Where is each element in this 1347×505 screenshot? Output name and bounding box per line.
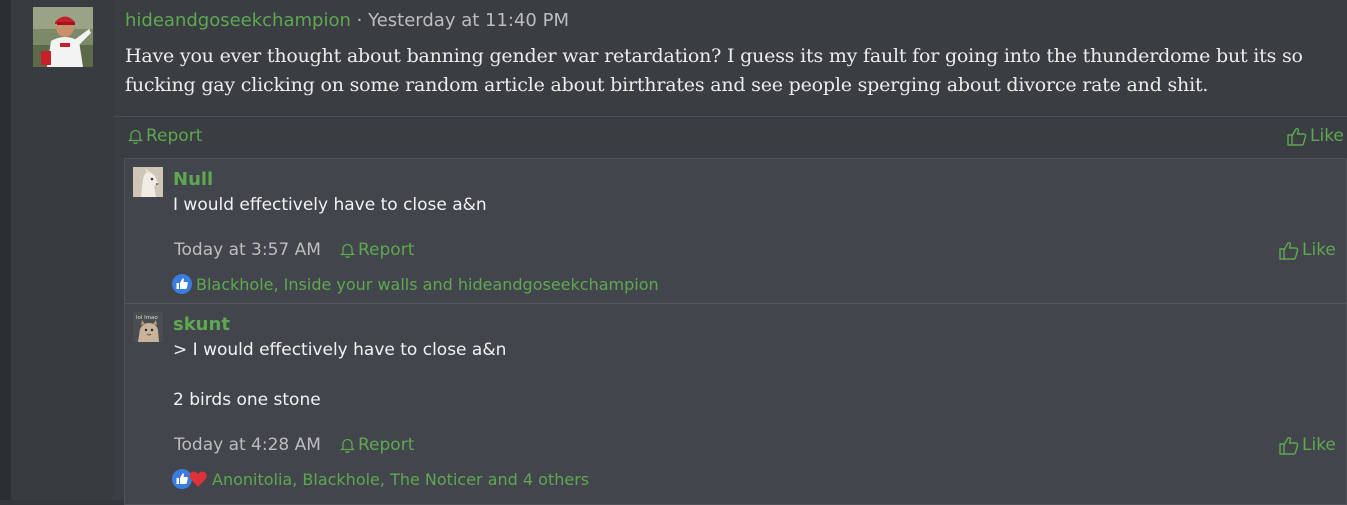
like-label: Like bbox=[1310, 126, 1344, 146]
like-button[interactable]: Like bbox=[1279, 239, 1336, 261]
post-timestamp[interactable]: Yesterday at 11:40 PM bbox=[368, 10, 569, 31]
post-divider bbox=[114, 116, 1347, 117]
thumbs-up-outline-icon bbox=[1279, 241, 1299, 260]
post-username[interactable]: hideandgoseekchampion bbox=[125, 10, 351, 31]
heart-icon bbox=[188, 469, 208, 489]
bell-icon bbox=[128, 128, 143, 144]
like-label: Like bbox=[1302, 240, 1336, 260]
like-button[interactable]: Like bbox=[1287, 125, 1344, 147]
left-gutter bbox=[0, 0, 11, 500]
reaction-users[interactable]: Anonitolia, Blackhole, The Noticer and 4… bbox=[212, 470, 589, 489]
reply-username[interactable]: Null bbox=[173, 169, 213, 191]
reaction-summary[interactable]: Blackhole, Inside your walls and hideand… bbox=[172, 274, 659, 294]
reply-list: Null I would effectively have to close a… bbox=[124, 158, 1347, 505]
reply-avatar[interactable] bbox=[133, 167, 163, 197]
avatar[interactable] bbox=[33, 7, 93, 67]
reply-timestamp[interactable]: Today at 4:28 AM bbox=[174, 434, 321, 456]
post-message: Have you ever thought about banning gend… bbox=[125, 45, 1303, 96]
bell-icon bbox=[340, 437, 355, 453]
like-button[interactable]: Like bbox=[1279, 434, 1336, 456]
report-label: Report bbox=[146, 126, 203, 146]
post-header: hideandgoseekchampion · Yesterday at 11:… bbox=[125, 9, 569, 33]
like-label: Like bbox=[1302, 435, 1336, 455]
report-button[interactable]: Report bbox=[340, 239, 414, 261]
reaction-summary[interactable]: Anonitolia, Blackhole, The Noticer and 4… bbox=[172, 469, 589, 489]
report-button[interactable]: Report bbox=[128, 125, 202, 147]
reply-item: Null I would effectively have to close a… bbox=[125, 159, 1346, 304]
thumbs-up-outline-icon bbox=[1279, 436, 1299, 455]
reply-message: 2 birds one stone bbox=[173, 390, 321, 410]
report-label: Report bbox=[358, 435, 415, 455]
report-button[interactable]: Report bbox=[340, 434, 414, 456]
bell-icon bbox=[340, 242, 355, 258]
reply-message: I would effectively have to close a&n bbox=[173, 195, 487, 215]
avatar-caption: lol lmao bbox=[136, 315, 158, 321]
reply-timestamp[interactable]: Today at 3:57 AM bbox=[174, 239, 321, 261]
thumbs-up-outline-icon bbox=[1287, 127, 1307, 146]
report-label: Report bbox=[358, 240, 415, 260]
thumbs-up-icon bbox=[172, 274, 192, 294]
header-separator: · bbox=[356, 10, 363, 31]
reply-avatar[interactable]: lol lmao bbox=[133, 312, 163, 342]
reply-item: lol lmao skunt > I would effectively hav… bbox=[125, 304, 1346, 504]
post-user-column bbox=[11, 0, 114, 500]
reply-quote: > I would effectively have to close a&n bbox=[173, 340, 507, 360]
reaction-users[interactable]: Blackhole, Inside your walls and hideand… bbox=[196, 275, 659, 294]
reply-username[interactable]: skunt bbox=[173, 314, 230, 336]
